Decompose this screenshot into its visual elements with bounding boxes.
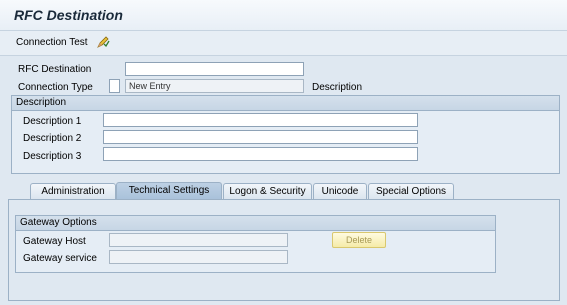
connection-type-text: New Entry [125, 79, 304, 93]
connection-type-input[interactable] [109, 79, 120, 93]
tab-technical-settings[interactable]: Technical Settings [116, 182, 222, 200]
tab-strip: Administration Technical Settings Logon … [15, 182, 552, 200]
delete-button[interactable]: Delete [332, 232, 386, 248]
connection-test-button[interactable]: Connection Test [16, 37, 88, 48]
tab-logon-security[interactable]: Logon & Security [223, 183, 312, 199]
description-3-input[interactable] [103, 147, 418, 161]
gateway-options-title: Gateway Options [16, 216, 495, 231]
application-toolbar: Connection Test [0, 31, 567, 56]
description-2-label: Description 2 [23, 133, 82, 144]
rfc-destination-input[interactable] [125, 62, 304, 76]
title-bar: RFC Destination [0, 0, 567, 31]
rfc-destination-label: RFC Destination [18, 64, 92, 75]
gateway-host-label: Gateway Host [23, 236, 86, 247]
tab-special-options[interactable]: Special Options [368, 183, 454, 199]
gateway-host-input[interactable] [109, 233, 288, 247]
tab-administration[interactable]: Administration [30, 183, 116, 199]
description-3-label: Description 3 [23, 151, 82, 162]
description-1-label: Description 1 [23, 116, 82, 127]
description-2-input[interactable] [103, 130, 418, 144]
connection-type-label: Connection Type [18, 82, 93, 93]
gateway-service-input[interactable] [109, 250, 288, 264]
gateway-service-label: Gateway service [23, 253, 97, 264]
pencil-check-icon[interactable] [96, 35, 110, 49]
connection-type-description-label: Description [312, 82, 363, 93]
tab-unicode[interactable]: Unicode [313, 183, 367, 199]
description-group-title: Description [12, 96, 559, 111]
page-title: RFC Destination [14, 7, 123, 23]
description-1-input[interactable] [103, 113, 418, 127]
